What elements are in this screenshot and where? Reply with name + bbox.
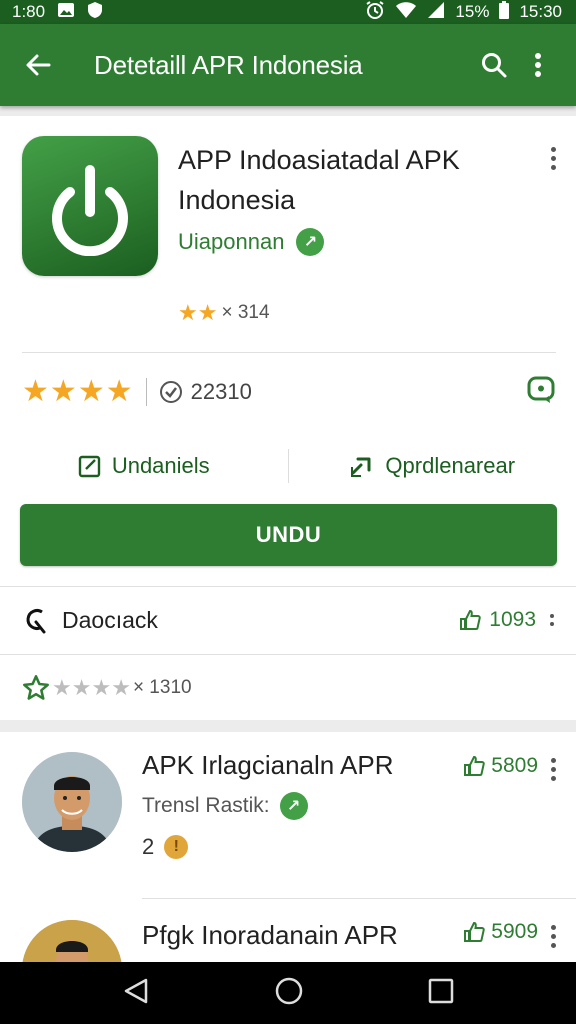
flag-icon [26, 609, 46, 634]
list-item-count-group: 5809 [463, 754, 538, 778]
battery-icon [499, 0, 510, 24]
wifi-icon [395, 1, 417, 24]
avatar[interactable] [22, 752, 122, 852]
thumbs-up-icon [460, 609, 482, 630]
actions-row: Undaniels Qprdlenarear [0, 444, 576, 488]
app-bar: Detetaill APR Indonesia [0, 24, 576, 106]
list-item-title[interactable]: Pfgk Inoradanain APR [142, 920, 398, 951]
thumb-icon [159, 381, 182, 403]
list-item-subtitle: Trensl Rastik: [142, 794, 270, 817]
list-item-title[interactable]: APK Irlagcianaln APR [142, 750, 393, 781]
system-nav-bar [0, 962, 576, 1024]
action-left-label: Undaniels [111, 453, 210, 478]
star-icon: ★ [52, 675, 72, 700]
message-icon[interactable] [526, 375, 556, 410]
arrow-left-icon[interactable] [16, 43, 60, 87]
thumbs-up-icon [464, 755, 486, 776]
verified-badge-icon: ↗ [296, 228, 325, 256]
feedback-more-icon[interactable] [550, 614, 554, 626]
star-icon: ★ [71, 675, 92, 700]
verified-badge-icon: ↗ [279, 792, 308, 820]
status-time-right: 15:30 [519, 2, 562, 21]
action-right-label: Qprdlenarear [385, 453, 516, 478]
user-rating-row[interactable]: ★ ★ ★ ★ × 1310 [0, 668, 576, 708]
share-link-icon [351, 457, 371, 477]
list-item-meta: 2 [142, 834, 155, 859]
rating-row: ★★★★ 22310 [22, 372, 556, 412]
star-icon: ★ [178, 300, 198, 325]
star-icon: ★ [22, 375, 49, 408]
status-bar: 1:80 15% 15:30 [0, 0, 576, 24]
feedback-row[interactable]: Daocıack 1093 [0, 596, 576, 644]
list-item-count-group: 5909 [463, 920, 538, 944]
app-more-icon[interactable] [548, 147, 558, 170]
home-nav-icon[interactable] [274, 976, 304, 1011]
install-button[interactable]: UNDU [20, 504, 557, 566]
star-icon: ★ [111, 675, 131, 700]
shield-notification-icon [87, 1, 103, 24]
star-outline-icon[interactable] [22, 674, 50, 702]
back-nav-icon[interactable] [122, 977, 150, 1010]
coin-icon: ! [164, 835, 189, 859]
small-rating-count: × 314 [221, 302, 270, 323]
list-item-count: 5809 [491, 754, 538, 777]
feedback-label: Daocıack [62, 606, 158, 633]
more-vert-icon[interactable] [516, 43, 560, 87]
action-right-button[interactable]: Qprdlenarear [289, 453, 576, 479]
list-item-sub-row: Trensl Rastik: ↗ [142, 792, 308, 820]
divider [142, 898, 576, 899]
divider [145, 378, 147, 406]
list-item-meta-row: 2 ! [142, 834, 189, 860]
status-time-left: 1:80 [12, 2, 46, 21]
list-item-more-icon[interactable] [548, 925, 558, 948]
review-count-group: 22310 [159, 379, 252, 405]
small-rating: ★ ★ × 314 [178, 302, 270, 324]
thumbs-up-icon [464, 921, 486, 942]
divider [0, 654, 576, 655]
user-rating-count: × 1310 [132, 677, 192, 698]
feedback-count-group: 1093 [459, 608, 554, 632]
search-icon[interactable] [472, 43, 516, 87]
divider [22, 352, 556, 353]
app-icon [22, 136, 158, 276]
developer-name[interactable]: Uiaponnan [178, 229, 284, 255]
star-icon: ★ [91, 675, 112, 700]
star-icon: ★ [77, 375, 105, 408]
star-icon: ★ [105, 375, 133, 408]
alarm-icon [365, 0, 385, 25]
edit-icon [78, 455, 101, 478]
rating-stars: ★★★★ [22, 377, 134, 407]
list-item-count: 5909 [491, 920, 538, 943]
list-item-more-icon[interactable] [548, 758, 558, 781]
star-icon: ★ [197, 300, 218, 325]
divider [0, 586, 576, 587]
action-left-button[interactable]: Undaniels [0, 453, 288, 479]
battery-percent: 15% [455, 2, 490, 21]
image-notification-icon [57, 2, 75, 23]
page-title: Detetaill APR Indonesia [94, 49, 363, 80]
feedback-count: 1093 [489, 608, 536, 631]
app-title: APP Indoasiatadal APK Indonesia [178, 145, 460, 215]
star-icon: ★ [49, 375, 77, 408]
developer-row[interactable]: Uiaponnan ↗ [178, 228, 325, 256]
recents-nav-icon[interactable] [428, 978, 454, 1009]
cell-signal-icon [427, 1, 445, 24]
review-count: 22310 [190, 379, 252, 404]
power-icon [52, 165, 128, 256]
